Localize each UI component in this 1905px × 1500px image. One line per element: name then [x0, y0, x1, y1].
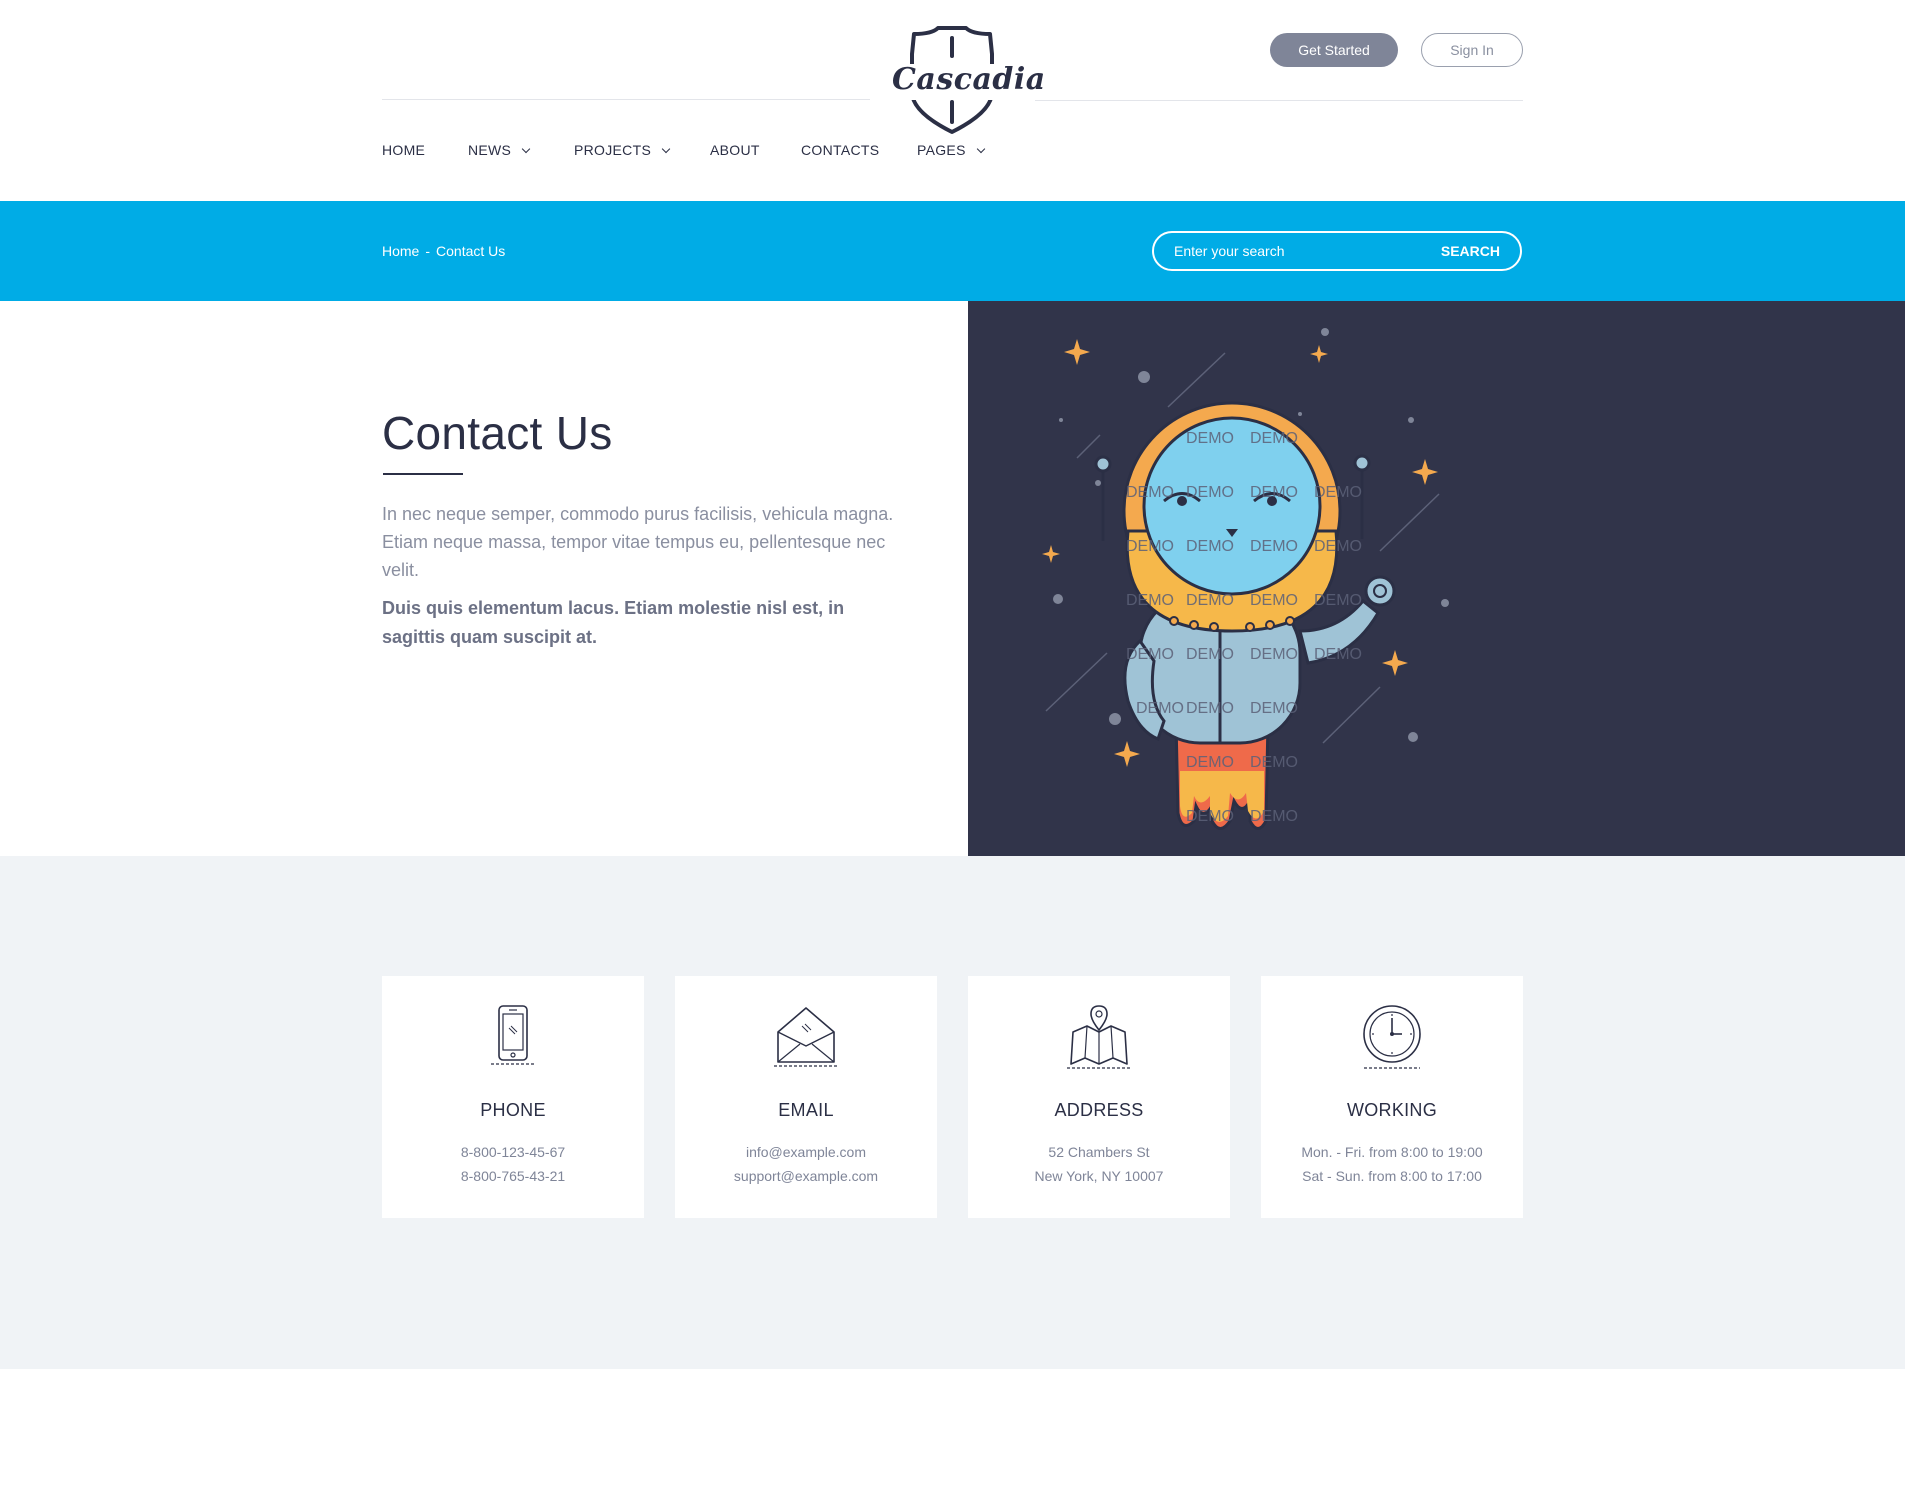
svg-text:DEMO: DEMO: [1186, 808, 1234, 825]
hero-paragraph: In nec neque semper, commodo purus facil…: [382, 504, 894, 580]
breadcrumb-home-link[interactable]: Home: [382, 243, 419, 259]
breadcrumb: Home - Contact Us: [382, 243, 505, 259]
svg-text:DEMO: DEMO: [1250, 538, 1298, 555]
hero-paragraph-bold: Duis quis elementum lacus. Etiam molesti…: [382, 598, 845, 647]
nav-item-pages[interactable]: PAGES: [917, 142, 985, 158]
svg-text:DEMO: DEMO: [1314, 646, 1362, 663]
phone-number-1[interactable]: 8-800-123-45-67: [382, 1144, 644, 1160]
svg-text:DEMO: DEMO: [1186, 646, 1234, 663]
working-hours-weekdays: Mon. - Fri. from 8:00 to 19:00: [1301, 1144, 1483, 1160]
nav-item-label: PAGES: [917, 142, 966, 158]
svg-text:DEMO: DEMO: [1126, 484, 1174, 501]
nav-item-projects[interactable]: PROJECTS: [574, 142, 671, 158]
header-divider-right: [1035, 100, 1523, 101]
svg-text:DEMO: DEMO: [1314, 592, 1362, 609]
chevron-down-icon: [521, 144, 531, 154]
chevron-down-icon: [661, 144, 671, 154]
nav-item-label: NEWS: [468, 142, 512, 158]
chevron-down-icon: [976, 144, 985, 154]
envelope-icon: [774, 1007, 838, 1067]
logo-text: Cascadia: [892, 62, 1046, 97]
nav-item-label: PROJECTS: [574, 142, 652, 158]
site-header: Cascadia Get Started Sign In HOME NEWS P…: [0, 0, 1905, 201]
contact-card-address: ADDRESS 52 Chambers St New York, NY 1000…: [968, 976, 1230, 1218]
contact-card-phone: PHONE 8-800-123-45-67 8-800-765-43-21: [382, 976, 644, 1218]
svg-text:DEMO: DEMO: [1250, 808, 1298, 825]
svg-text:DEMO: DEMO: [1250, 484, 1298, 501]
get-started-button[interactable]: Get Started: [1270, 33, 1398, 67]
clock-icon: [1363, 1005, 1421, 1069]
working-hours-weekend: Sat - Sun. from 8:00 to 17:00: [1302, 1168, 1482, 1184]
svg-text:DEMO: DEMO: [1126, 592, 1174, 609]
svg-text:DEMO: DEMO: [1136, 700, 1184, 717]
nav-item-label: HOME: [382, 142, 426, 158]
svg-text:DEMO: DEMO: [1314, 484, 1362, 501]
svg-text:DEMO: DEMO: [1126, 538, 1174, 555]
hero-text-panel: Contact Us In nec neque semper, commodo …: [0, 301, 968, 856]
card-title: ADDRESS: [1054, 1100, 1144, 1120]
svg-text:DEMO: DEMO: [1186, 538, 1234, 555]
email-address-1[interactable]: info@example.com: [675, 1144, 937, 1160]
email-address-2[interactable]: support@example.com: [675, 1168, 937, 1184]
sign-in-button[interactable]: Sign In: [1421, 33, 1523, 67]
svg-text:DEMO: DEMO: [1126, 646, 1174, 663]
svg-text:DEMO: DEMO: [1250, 646, 1298, 663]
card-title: WORKING: [1346, 1100, 1438, 1120]
nav-item-contacts[interactable]: CONTACTS: [801, 142, 879, 158]
svg-text:DEMO: DEMO: [1186, 700, 1234, 717]
svg-text:DEMO: DEMO: [1186, 484, 1234, 501]
svg-text:DEMO: DEMO: [1186, 754, 1234, 771]
svg-text:DEMO: DEMO: [1250, 700, 1298, 717]
nav-item-news[interactable]: NEWS: [468, 142, 531, 158]
card-title: EMAIL: [778, 1100, 834, 1120]
nav-item-home[interactable]: HOME: [382, 142, 425, 158]
address-line-2: New York, NY 10007: [1034, 1168, 1164, 1184]
search-input[interactable]: [1174, 233, 1424, 269]
svg-text:DEMO: DEMO: [1186, 430, 1234, 447]
svg-text:DEMO: DEMO: [1250, 592, 1298, 609]
nav-item-about[interactable]: ABOUT: [710, 142, 760, 158]
svg-text:DEMO: DEMO: [1186, 592, 1234, 609]
svg-text:DEMO: DEMO: [1250, 430, 1298, 447]
contact-card-working: WORKING Mon. - Fri. from 8:00 to 19:00 S…: [1261, 976, 1523, 1218]
title-underline: [383, 473, 463, 475]
breadcrumb-current: Contact Us: [436, 243, 506, 259]
header-divider-left: [382, 99, 870, 100]
page-title: Contact Us: [382, 407, 613, 459]
phone-number-2[interactable]: 8-800-765-43-21: [382, 1168, 644, 1184]
breadcrumb-separator: -: [425, 243, 431, 259]
hero-illustration-panel: DEMO DEMO DEMO DEMO DEMO DEMO DEMO DEMO …: [968, 301, 1905, 856]
svg-text:DEMO: DEMO: [1314, 538, 1362, 555]
site-logo[interactable]: Cascadia: [892, 24, 1046, 136]
breadcrumb-bar: Home-Contact Us SEARCH: [0, 201, 1905, 301]
map-pin-icon: [1067, 1005, 1131, 1069]
search-form: SEARCH: [1152, 231, 1522, 271]
nav-item-label: CONTACTS: [801, 142, 880, 158]
contact-info-section: PHONE 8-800-123-45-67 8-800-765-43-21 EM…: [0, 856, 1905, 1369]
phone-icon: [491, 1005, 535, 1065]
contact-card-email: EMAIL info@example.com support@example.c…: [675, 976, 937, 1218]
astronaut-illustration: DEMO DEMO DEMO DEMO DEMO DEMO DEMO DEMO …: [1042, 328, 1449, 830]
svg-text:DEMO: DEMO: [1250, 754, 1298, 771]
nav-item-label: ABOUT: [710, 142, 760, 158]
search-button[interactable]: SEARCH: [1441, 233, 1500, 269]
address-line-1: 52 Chambers St: [1048, 1144, 1150, 1160]
card-title: PHONE: [480, 1100, 546, 1120]
